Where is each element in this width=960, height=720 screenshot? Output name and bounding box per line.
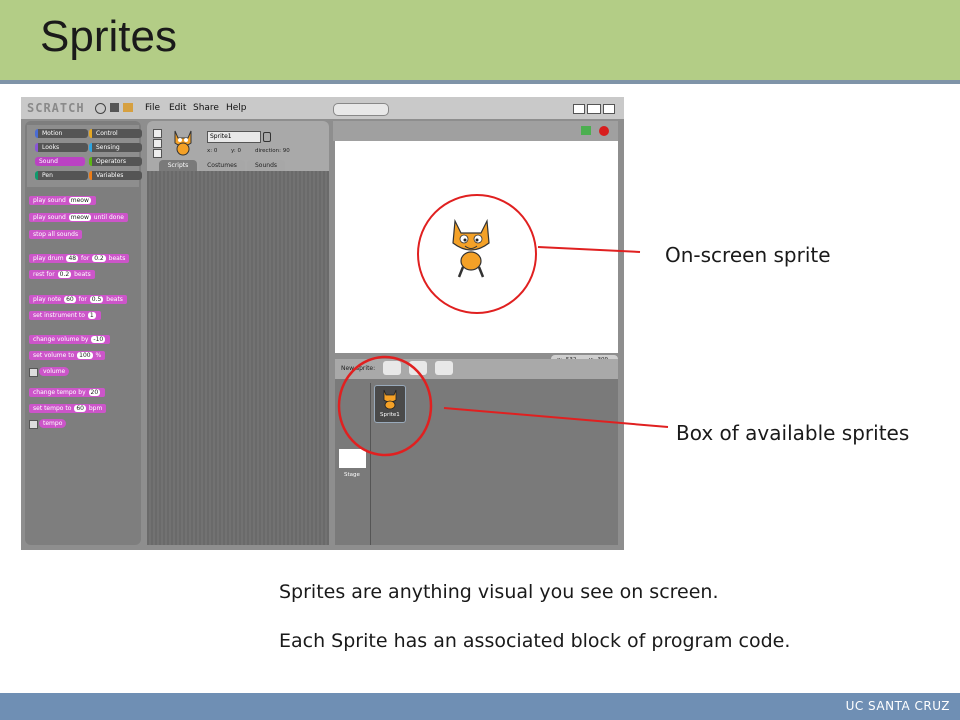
box-pointer-line <box>443 407 669 428</box>
annotation-layer <box>337 194 669 457</box>
box-of-sprites-caption: Box of available sprites <box>676 421 910 445</box>
onscreen-pointer-line <box>537 246 641 253</box>
sprite-box-circle <box>337 355 433 457</box>
onscreen-sprite-caption: On-screen sprite <box>665 243 831 267</box>
body-line-1: Sprites are anything visual you see on s… <box>279 581 719 603</box>
footer-text: UC SANTA CRUZ <box>845 699 950 713</box>
body-line-2: Each Sprite has an associated block of p… <box>279 630 791 652</box>
onscreen-sprite-circle <box>417 194 537 314</box>
footer-bar <box>0 693 960 720</box>
